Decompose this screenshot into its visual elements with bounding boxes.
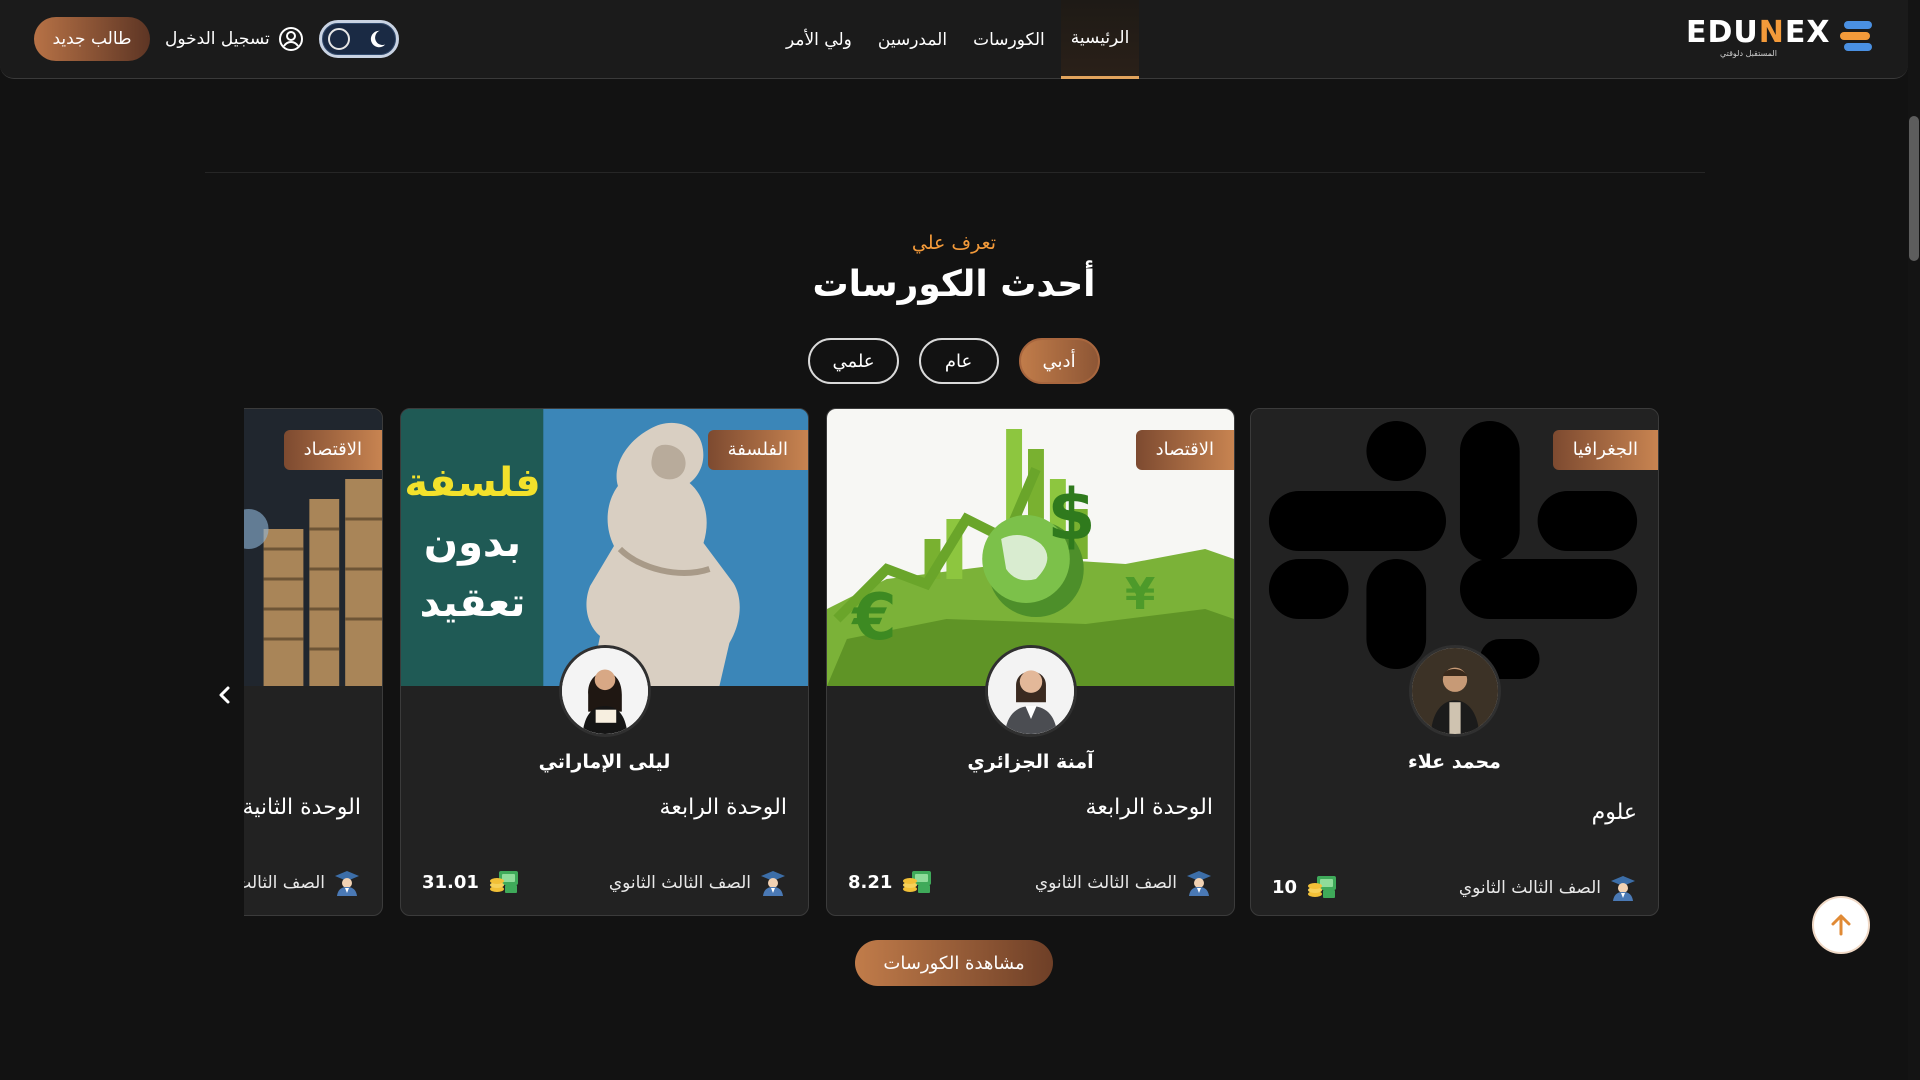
section-eyebrow: تعرف علي bbox=[911, 232, 997, 254]
overlay-word-1: فلسفة bbox=[404, 460, 541, 506]
circle-icon bbox=[328, 28, 350, 50]
logo-wordmark: EDUNEX bbox=[1686, 15, 1831, 50]
nav-item-teachers[interactable]: المدرسين bbox=[868, 0, 957, 79]
grade-label: الصف الثالث الثانوي bbox=[1034, 873, 1177, 893]
money-icon bbox=[489, 871, 518, 893]
login-link[interactable]: تسجيل الدخول bbox=[165, 23, 304, 55]
course-grade: الصف الثالث الثانوي bbox=[1459, 874, 1637, 902]
course-meta: الصف الثالث الثانوي 8.21 bbox=[827, 869, 1234, 899]
chevron-left-icon bbox=[219, 686, 230, 704]
course-title: الوحدة الثانية bbox=[244, 795, 361, 820]
course-card[interactable]: الاقتصاد الوحدة الثانية الصف الثالث الثا… bbox=[244, 408, 383, 916]
course-image-overlay-text: فلسفة بدون تعقيد bbox=[401, 453, 544, 633]
section-title: أحدث الكورسات bbox=[812, 264, 1096, 305]
course-title: الوحدة الرابعة bbox=[1085, 795, 1213, 820]
nav-item-courses[interactable]: الكورسات bbox=[963, 0, 1055, 79]
course-grade: الصف الثالث الثانوي bbox=[609, 869, 787, 897]
course-meta: الصف الثالث الثانوي 10 bbox=[1251, 874, 1658, 904]
teacher-name: ليلى الإماراتي bbox=[538, 751, 671, 773]
svg-text:¥: ¥ bbox=[1125, 569, 1156, 620]
money-icon bbox=[903, 871, 932, 893]
price-value: 31.01 bbox=[422, 871, 479, 893]
section-divider bbox=[205, 172, 1705, 173]
course-meta: الصف الثالث الثانوي bbox=[244, 869, 382, 899]
graduate-icon bbox=[335, 871, 359, 896]
nav-item-parent[interactable]: ولي الأمر bbox=[776, 0, 862, 79]
site-header: EDUNEX المستقبل دلوقتي الرئيسية الكورسات… bbox=[0, 0, 1908, 79]
login-label: تسجيل الدخول bbox=[165, 29, 270, 49]
filter-general[interactable]: عام bbox=[918, 338, 999, 384]
svg-text:€: € bbox=[850, 581, 896, 655]
teacher-avatar bbox=[984, 645, 1077, 737]
grade-label: الصف الثالث الثانوي bbox=[1458, 878, 1601, 898]
theme-toggle[interactable] bbox=[319, 20, 399, 58]
site-logo[interactable]: EDUNEX المستقبل دلوقتي bbox=[1686, 16, 1874, 60]
grade-label: الصف الثالث الثانوي bbox=[244, 873, 325, 893]
nav-item-home[interactable]: الرئيسية bbox=[1060, 0, 1140, 79]
course-price: 31.01 bbox=[422, 869, 519, 895]
course-grade: الصف الثالث الثانوي bbox=[1035, 869, 1213, 897]
money-icon bbox=[1308, 876, 1337, 898]
course-price: 8.21 bbox=[848, 869, 932, 895]
svg-text:$: $ bbox=[1047, 475, 1095, 556]
logo-mark-icon bbox=[1840, 21, 1872, 51]
user-circle-icon bbox=[278, 27, 303, 51]
view-courses-button[interactable]: مشاهدة الكورسات bbox=[855, 940, 1053, 986]
teacher-avatar bbox=[1408, 645, 1501, 737]
course-card[interactable]: الفلسفة فلسفة بدون تعقيد ليلى الإماراتي … bbox=[400, 408, 809, 916]
course-title: علوم bbox=[1591, 800, 1637, 825]
filter-scientific[interactable]: علمي bbox=[808, 338, 899, 384]
teacher-name: آمنة الجزائري bbox=[967, 751, 1094, 773]
signup-button[interactable]: طالب جديد bbox=[34, 17, 150, 61]
page-scrollbar-thumb[interactable] bbox=[1909, 116, 1919, 261]
overlay-word-2: بدون bbox=[423, 520, 522, 566]
graduate-icon bbox=[1611, 876, 1635, 901]
teacher-name: محمد علاء bbox=[1408, 751, 1501, 773]
price-value: 8.21 bbox=[848, 871, 893, 893]
logo-tagline: المستقبل دلوقتي bbox=[1720, 49, 1777, 58]
main-nav: الرئيسية الكورسات المدرسين ولي الأمر bbox=[770, 0, 1140, 79]
filter-literary[interactable]: أدبي bbox=[1018, 338, 1100, 384]
overlay-word-3: تعقيد bbox=[419, 580, 526, 626]
moon-icon bbox=[370, 30, 386, 48]
course-grade: الصف الثالث الثانوي bbox=[244, 869, 361, 897]
grade-label: الصف الثالث الثانوي bbox=[608, 873, 751, 893]
courses-carousel: الجغرافيا محمد علاء علوم الصف الثالث الث… bbox=[244, 408, 1660, 918]
carousel-prev-button[interactable] bbox=[214, 683, 234, 707]
course-card[interactable]: الجغرافيا محمد علاء علوم الصف الثالث الث… bbox=[1250, 408, 1659, 916]
graduate-icon bbox=[761, 871, 785, 896]
scroll-to-top-button[interactable] bbox=[1812, 896, 1870, 954]
category-badge: الاقتصاد bbox=[283, 430, 382, 470]
course-title: الوحدة الرابعة bbox=[659, 795, 787, 820]
teacher-avatar bbox=[558, 645, 651, 737]
course-meta: الصف الثالث الثانوي 31.01 bbox=[401, 869, 808, 899]
course-card[interactable]: $ € ¥ الاقتصاد آمنة الجزائري الوحدة الرا… bbox=[826, 408, 1235, 916]
category-badge: الاقتصاد bbox=[1135, 430, 1234, 470]
category-filters: أدبي عام علمي bbox=[0, 338, 1908, 384]
arrow-up-icon bbox=[1831, 914, 1851, 936]
price-value: 10 bbox=[1272, 876, 1298, 898]
course-price: 10 bbox=[1272, 874, 1337, 900]
graduate-icon bbox=[1187, 871, 1211, 896]
category-badge: الجغرافيا bbox=[1552, 430, 1658, 470]
category-badge: الفلسفة bbox=[707, 430, 808, 470]
